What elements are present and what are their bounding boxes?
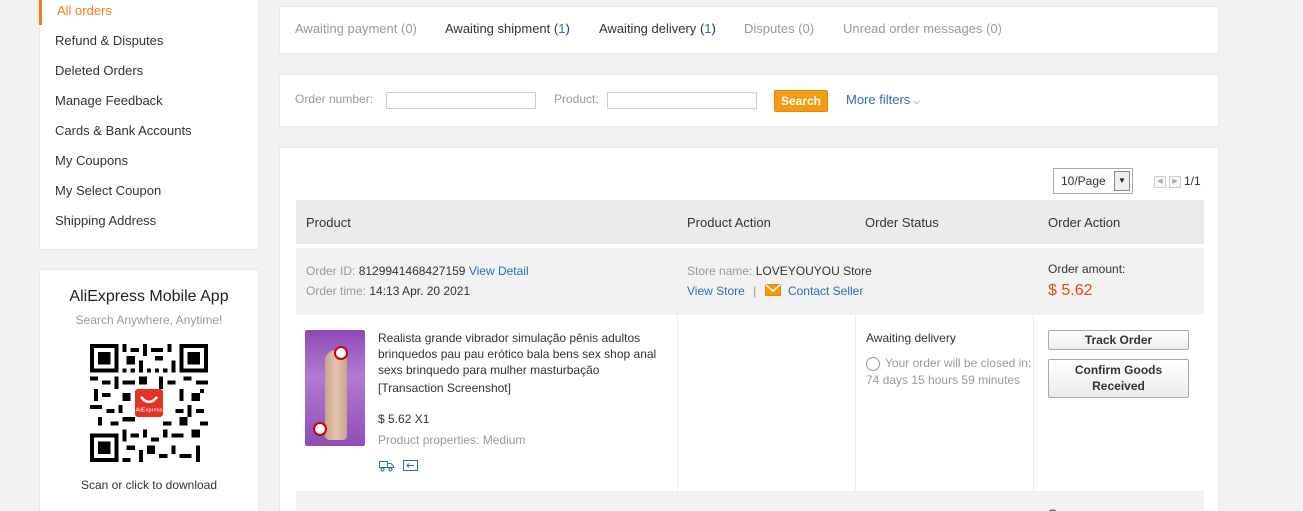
tab-awaiting-delivery[interactable]: Awaiting delivery (1): [599, 21, 716, 36]
view-store-link[interactable]: View Store: [687, 284, 745, 298]
page-size-select[interactable]: 10/Page ▼: [1053, 168, 1133, 194]
header-order-status: Order Status: [865, 215, 939, 230]
order-filter-bar: Order number: Product: Search More filte…: [279, 74, 1219, 127]
order-amount: $ 5.62: [1048, 282, 1093, 299]
envelope-icon: [764, 284, 781, 296]
orders-list: 10/Page ▼ ◀ ▶ 1/1 Product Product Action…: [279, 147, 1219, 511]
sidebar-item-refund-disputes[interactable]: Refund & Disputes: [55, 31, 163, 51]
sidebar-item-select-coupon[interactable]: My Select Coupon: [55, 181, 161, 201]
header-product-action: Product Action: [687, 215, 771, 230]
tab-label: Awaiting payment: [295, 21, 398, 36]
page-size-value: 10/Page: [1061, 174, 1106, 188]
store-name: LOVEYOUYOU Store: [755, 264, 872, 278]
product-thumbnail[interactable]: [305, 330, 365, 446]
mobile-app-promo: AliExpress Mobile App Search Anywhere, A…: [39, 269, 259, 511]
app-promo-subtitle: Search Anywhere, Anytime!: [75, 313, 223, 327]
app-promo-title: AliExpress Mobile App: [69, 288, 229, 305]
product-shape: [325, 350, 347, 440]
product-input[interactable]: [607, 92, 757, 109]
view-detail-link[interactable]: View Detail: [469, 264, 529, 278]
app-download-text[interactable]: Scan or click to download: [40, 478, 258, 492]
header-product: Product: [306, 215, 351, 230]
tab-disputes[interactable]: Disputes (0): [744, 21, 814, 36]
next-page-icon[interactable]: ▶: [1169, 176, 1181, 188]
sidebar-menu: All orders Refund & Disputes Deleted Ord…: [39, 0, 259, 250]
more-filters-label: More filters: [846, 92, 911, 107]
order-id: 8129941468427159: [358, 264, 466, 278]
next-order-amount-label: Or: [1048, 507, 1061, 511]
table-header: Product Product Action Order Status Orde…: [296, 200, 1204, 244]
order-item-row: Realista grande vibrador simulação pênis…: [296, 315, 1204, 491]
next-order-header: Or: [296, 491, 1204, 511]
order-number-label: Order number:: [295, 92, 374, 106]
tab-count: (0): [986, 21, 1002, 36]
qr-code-icon[interactable]: AliExpress: [90, 344, 208, 462]
order-time: 14:13 Apr. 20 2021: [369, 284, 471, 298]
tab-unread-messages[interactable]: Unread order messages (0): [843, 21, 1002, 36]
tab-count: (1): [553, 21, 570, 36]
order-status: Awaiting delivery: [866, 331, 956, 345]
page-indicator: 1/1: [1184, 174, 1201, 188]
badge-icon: [334, 346, 348, 360]
order-header: Order ID: 8129941468427159 View Detail O…: [296, 248, 1204, 315]
order-time-line: Order time: 14:13 Apr. 20 2021: [306, 284, 471, 298]
confirm-goods-received-button[interactable]: Confirm Goods Received: [1048, 359, 1189, 398]
order-amount-label: Order amount:: [1048, 262, 1126, 276]
tab-awaiting-payment[interactable]: Awaiting payment (0): [295, 21, 417, 36]
store-links: View Store | Contact Seller: [687, 284, 863, 298]
chevron-down-icon: ⌵: [913, 96, 921, 106]
qr-logo-text: AliExpress: [136, 408, 163, 414]
column-divider: [855, 315, 856, 491]
product-price-qty: $ 5.62 X1: [378, 412, 430, 426]
order-number-input[interactable]: [386, 92, 536, 109]
return-icon[interactable]: [403, 459, 418, 472]
sidebar-item-all-orders[interactable]: All orders: [57, 1, 112, 21]
link-separator: |: [753, 284, 757, 298]
sidebar-item-deleted-orders[interactable]: Deleted Orders: [55, 61, 143, 81]
tab-awaiting-shipment[interactable]: Awaiting shipment (1): [445, 21, 570, 36]
tab-count: (0): [798, 21, 815, 36]
sidebar-item-my-coupons[interactable]: My Coupons: [55, 151, 128, 171]
transaction-screenshot-link[interactable]: [Transaction Screenshot]: [378, 381, 511, 395]
tab-count: (1): [699, 21, 716, 36]
order-id-line: Order ID: 8129941468427159 View Detail: [306, 264, 529, 278]
search-button[interactable]: Search: [774, 90, 828, 112]
sidebar-item-shipping-address[interactable]: Shipping Address: [55, 211, 156, 231]
tab-label: Awaiting delivery: [599, 21, 697, 36]
more-filters-link[interactable]: More filters ⌵: [846, 92, 920, 107]
product-label: Product:: [554, 92, 599, 106]
order-status-tabs: Awaiting payment (0) Awaiting shipment (…: [279, 6, 1219, 54]
column-divider: [677, 315, 678, 491]
tab-count: (0): [401, 21, 417, 36]
tab-label: Awaiting shipment: [445, 21, 551, 36]
truck-icon[interactable]: [379, 459, 394, 472]
remaining-time: Your order will be closed in: 74 days 15…: [866, 356, 1032, 387]
tab-label: Unread order messages: [843, 21, 983, 36]
active-indicator: [39, 0, 42, 25]
sidebar-item-manage-feedback[interactable]: Manage Feedback: [55, 91, 163, 111]
product-title-link[interactable]: Realista grande vibrador simulação pênis…: [378, 330, 674, 378]
badge-icon: [313, 422, 327, 436]
store-name-line: Store name: LOVEYOUYOU Store: [687, 264, 872, 278]
product-properties: Product properties: Medium: [378, 433, 526, 447]
tab-label: Disputes: [744, 21, 795, 36]
track-order-button[interactable]: Track Order: [1048, 330, 1189, 350]
column-divider: [1033, 315, 1034, 491]
dropdown-arrow-icon: ▼: [1114, 171, 1130, 191]
prev-page-icon[interactable]: ◀: [1154, 176, 1166, 188]
header-order-action: Order Action: [1048, 215, 1121, 230]
contact-seller-link[interactable]: Contact Seller: [788, 284, 863, 298]
sidebar-item-cards-bank[interactable]: Cards & Bank Accounts: [55, 121, 192, 141]
